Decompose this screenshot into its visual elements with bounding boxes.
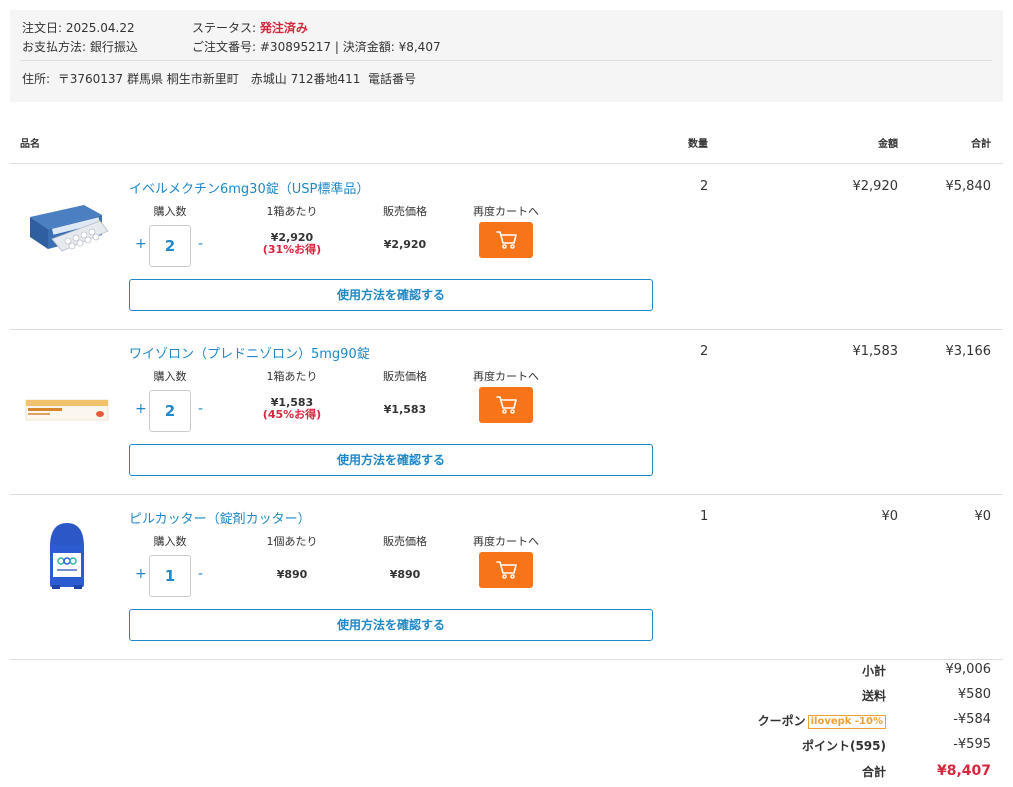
- order-table-header: 品名 数量 金額 合計: [10, 128, 1003, 164]
- phone-label: 電話番号: [368, 72, 417, 86]
- recart-label: 再度カートへ: [473, 205, 539, 218]
- coupon-discount-value: -¥584: [953, 712, 991, 727]
- row-amount: ¥2,920: [852, 179, 899, 194]
- points-label: ポイント(595): [801, 739, 886, 753]
- order-info-panel: 注文日: 2025.04.22 お支払方法: 銀行振込 ステータス: 発注済み …: [10, 10, 1003, 102]
- shipping-label: 送料: [861, 689, 886, 703]
- order-info-divider: [20, 60, 992, 61]
- row-quantity: 1: [700, 509, 709, 524]
- row-total: ¥0: [974, 509, 991, 524]
- per-unit-price: ¥890: [276, 568, 308, 581]
- header-total: 合計: [971, 139, 991, 150]
- product-name-link[interactable]: イベルメクチン6mg30錠（USP標準品）: [129, 178, 369, 197]
- recart-label: 再度カートへ: [473, 535, 539, 548]
- payment-method-label: お支払方法:: [22, 40, 87, 54]
- subtotal-value: ¥9,006: [945, 662, 992, 677]
- product-name-link[interactable]: ピルカッター（錠剤カッター）: [129, 508, 311, 527]
- order-number: ご注文番号: #30895217 | 決済金額: ¥8,407: [192, 38, 441, 56]
- grand-total-row: 合計 ¥8,407: [691, 763, 991, 783]
- order-number-label: ご注文番号:: [192, 40, 257, 54]
- row-total: ¥3,166: [945, 344, 992, 359]
- per-unit-savings: (31%お得): [262, 243, 322, 256]
- header-amount: 金額: [878, 139, 898, 150]
- product-image-pill-cutter[interactable]: [22, 517, 112, 592]
- grand-total-label: 合計: [861, 765, 886, 779]
- qty-plus-button[interactable]: +: [135, 401, 147, 417]
- qty-plus-button[interactable]: +: [135, 566, 147, 582]
- table-row: ワイゾロン（プレドニゾロン）5mg90錠 購入数 1箱あたり 販売価格 再度カー…: [10, 330, 1003, 495]
- product-image-wysolone[interactable]: [22, 352, 112, 427]
- row-amount: ¥1,583: [852, 344, 899, 359]
- sale-price-label: 販売価格: [383, 370, 427, 383]
- sale-price-value: ¥1,583: [383, 403, 427, 416]
- sale-price-value: ¥2,920: [383, 238, 427, 251]
- recart-label: 再度カートへ: [473, 370, 539, 383]
- payment-method: お支払方法: 銀行振込: [22, 38, 138, 56]
- add-to-cart-button[interactable]: [479, 222, 533, 258]
- shipping-value: ¥580: [957, 687, 991, 702]
- order-status-label: ステータス:: [192, 21, 257, 35]
- qty-minus-button[interactable]: -: [198, 401, 203, 417]
- product-name-link[interactable]: ワイゾロン（プレドニゾロン）5mg90錠: [129, 343, 370, 362]
- per-unit-label: 1個あたり: [266, 535, 318, 548]
- usage-instructions-button[interactable]: 使用方法を確認する: [129, 609, 653, 641]
- order-status-value: 発注済み: [259, 21, 308, 35]
- grand-total-value: ¥8,407: [936, 763, 991, 779]
- wysolone-box-image: [25, 399, 109, 421]
- row-quantity: 2: [700, 179, 709, 194]
- coupon-label-group: クーポン ilovepk -10%: [758, 712, 886, 729]
- shipping-row: 送料 ¥580: [691, 687, 991, 707]
- settled-amount-value: ¥8,407: [398, 40, 441, 54]
- qty-label: 購入数: [153, 370, 187, 383]
- payment-method-value: 銀行振込: [89, 40, 138, 54]
- qty-minus-button[interactable]: -: [198, 566, 203, 582]
- per-unit-label: 1箱あたり: [266, 205, 318, 218]
- coupon-code-badge: ilovepk -10%: [807, 715, 886, 729]
- order-date-value: 2025.04.22: [65, 21, 135, 35]
- points-row: ポイント(595) -¥595: [691, 737, 991, 757]
- subtotal-row: 小計 ¥9,006: [691, 662, 991, 682]
- order-number-value: #30895217: [259, 40, 332, 54]
- shopping-cart-icon: [496, 561, 517, 579]
- add-to-cart-button[interactable]: [479, 552, 533, 588]
- quantity-stepper[interactable]: 1: [149, 555, 191, 597]
- sale-price-label: 販売価格: [383, 205, 427, 218]
- per-unit-label: 1箱あたり: [266, 370, 318, 383]
- points-discount-value: -¥595: [953, 737, 991, 752]
- settled-amount-label: 決済金額:: [342, 40, 395, 54]
- qty-label: 購入数: [153, 205, 187, 218]
- sale-price-label: 販売価格: [383, 535, 427, 548]
- product-image-ivermectin[interactable]: [22, 187, 112, 262]
- ivermectin-box-image: [30, 205, 109, 252]
- row-quantity: 2: [700, 344, 709, 359]
- pill-cutter-image: [50, 523, 84, 589]
- usage-instructions-button[interactable]: 使用方法を確認する: [129, 444, 653, 476]
- add-to-cart-button[interactable]: [479, 387, 533, 423]
- sale-price-value: ¥890: [389, 568, 421, 581]
- shipping-address: 住所: 〒3760137 群馬県 桐生市新里町 赤城山 712番地411 電話番…: [22, 70, 416, 88]
- header-product: 品名: [20, 139, 40, 150]
- order-date-label: 注文日:: [22, 21, 63, 35]
- address-value: 〒3760137 群馬県 桐生市新里町 赤城山 712番地411: [57, 72, 361, 86]
- row-total: ¥5,840: [945, 179, 992, 194]
- coupon-row: クーポン ilovepk -10% -¥584: [691, 712, 991, 732]
- qty-plus-button[interactable]: +: [135, 236, 147, 252]
- order-status: ステータス: 発注済み: [192, 19, 308, 37]
- table-row: ピルカッター（錠剤カッター） 購入数 1個あたり 販売価格 再度カートへ + 1…: [10, 495, 1003, 660]
- usage-instructions-button[interactable]: 使用方法を確認する: [129, 279, 653, 311]
- quantity-stepper[interactable]: 2: [149, 225, 191, 267]
- row-amount: ¥0: [881, 509, 898, 524]
- per-unit-savings: (45%お得): [262, 408, 322, 421]
- address-label: 住所:: [22, 72, 51, 86]
- shopping-cart-icon: [496, 396, 517, 414]
- header-quantity: 数量: [688, 139, 708, 150]
- order-date: 注文日: 2025.04.22: [22, 19, 135, 37]
- table-row: イベルメクチン6mg30錠（USP標準品） 購入数 1箱あたり 販売価格 再度カ…: [10, 165, 1003, 330]
- shopping-cart-icon: [496, 231, 517, 249]
- subtotal-label: 小計: [861, 664, 886, 678]
- quantity-stepper[interactable]: 2: [149, 390, 191, 432]
- coupon-label: クーポン: [757, 714, 806, 728]
- qty-label: 購入数: [153, 535, 187, 548]
- qty-minus-button[interactable]: -: [198, 236, 203, 252]
